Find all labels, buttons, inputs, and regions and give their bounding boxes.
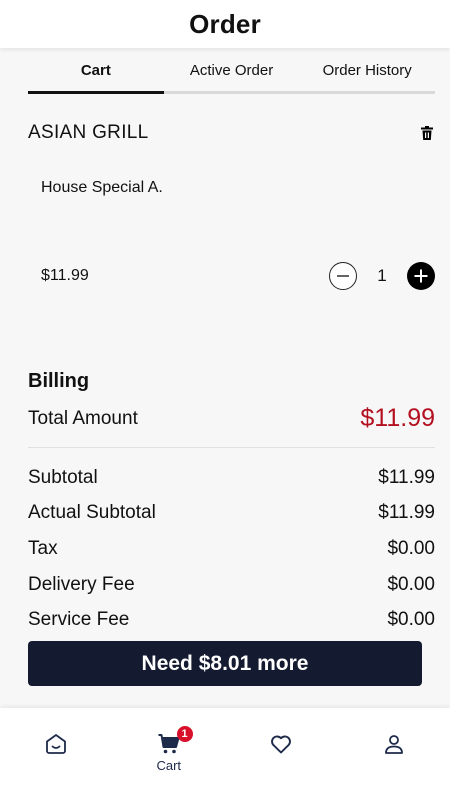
fee-label: Actual Subtotal — [28, 502, 156, 524]
checkout-minimum-button[interactable]: Need $8.01 more — [28, 641, 422, 686]
increase-quantity-button[interactable] — [407, 262, 435, 290]
nav-cart[interactable]: 1 Cart — [113, 708, 226, 800]
order-tabs: Cart Active Order Order History — [28, 48, 435, 94]
tab-active-order[interactable]: Active Order — [164, 48, 300, 91]
fee-row-actual-subtotal: Actual Subtotal $11.99 — [28, 496, 435, 532]
fee-value: $11.99 — [378, 466, 435, 488]
cart-badge: 1 — [176, 726, 193, 742]
fee-row-service: Service Fee $0.00 — [28, 602, 435, 638]
trash-icon[interactable] — [419, 122, 435, 144]
nav-profile[interactable] — [338, 708, 450, 800]
restaurant-name: ASIAN GRILL — [28, 122, 149, 143]
total-row: Total Amount $11.99 — [28, 404, 435, 433]
decrease-quantity-button[interactable] — [329, 262, 357, 290]
app-header: Order — [0, 0, 450, 48]
fee-list: Subtotal $11.99 Actual Subtotal $11.99 T… — [28, 460, 435, 638]
nav-favorites[interactable] — [225, 708, 338, 800]
fee-label: Service Fee — [28, 609, 130, 631]
fee-row-subtotal: Subtotal $11.99 — [28, 460, 435, 496]
fee-value: $11.99 — [378, 502, 435, 524]
page-title: Order — [189, 8, 261, 39]
billing-title: Billing — [28, 370, 90, 392]
heart-icon — [271, 735, 292, 754]
total-label: Total Amount — [28, 407, 138, 429]
profile-icon — [384, 735, 403, 754]
minus-icon — [337, 275, 349, 277]
total-value: $11.99 — [360, 404, 435, 432]
fee-value: $0.00 — [387, 537, 435, 559]
home-icon — [46, 734, 67, 754]
nav-cart-label: Cart — [156, 758, 182, 773]
cart-item-name: House Special A. — [41, 179, 163, 196]
fee-label: Delivery Fee — [28, 573, 135, 595]
tab-order-history[interactable]: Order History — [299, 48, 435, 91]
nav-home[interactable] — [0, 708, 113, 800]
quantity-stepper: 1 — [329, 262, 435, 290]
quantity-value: 1 — [377, 266, 387, 285]
fee-row-delivery: Delivery Fee $0.00 — [28, 567, 435, 603]
plus-icon — [414, 269, 428, 283]
fee-label: Subtotal — [28, 466, 98, 488]
fee-label: Tax — [28, 537, 58, 559]
fee-value: $0.00 — [387, 609, 435, 631]
fee-row-tax: Tax $0.00 — [28, 531, 435, 567]
divider — [28, 447, 435, 448]
cart-item-row: $11.99 1 — [41, 262, 435, 290]
restaurant-row: ASIAN GRILL — [28, 122, 435, 144]
cart-item-price: $11.99 — [41, 267, 89, 284]
fee-value: $0.00 — [387, 573, 435, 595]
bottom-nav: 1 Cart — [0, 708, 450, 800]
tab-cart[interactable]: Cart — [28, 48, 164, 94]
